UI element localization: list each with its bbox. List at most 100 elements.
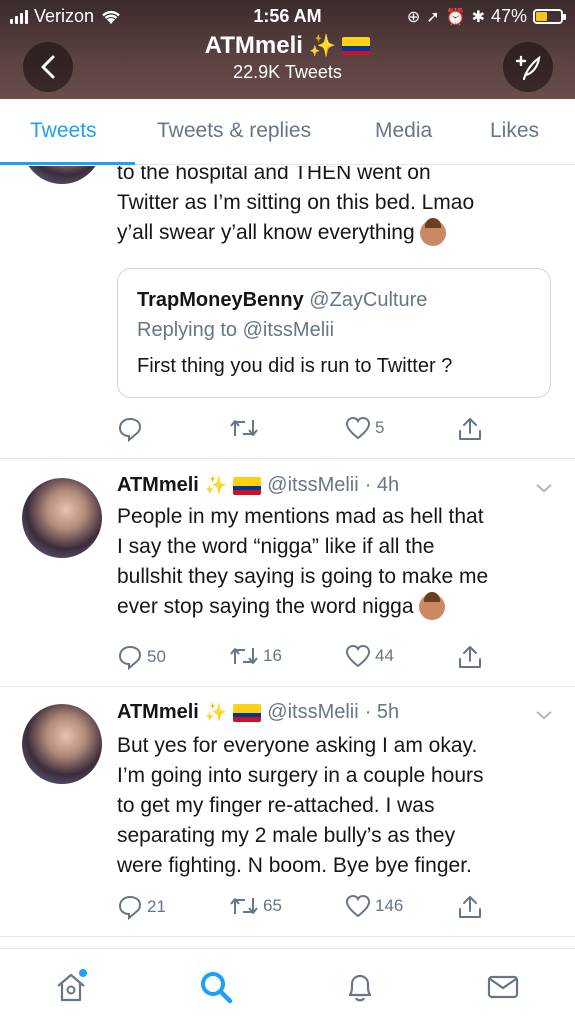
like-count: 44 [375, 646, 394, 665]
colombia-flag-emoji [233, 476, 262, 495]
tab-tweets[interactable]: Tweets [30, 119, 97, 143]
like-button[interactable]: 44 [345, 644, 394, 668]
facepalm-emoji [420, 218, 447, 247]
sparkles-emoji: ✨ [204, 702, 228, 722]
tweet-line: People in my mentions mad as hell that [117, 505, 484, 528]
profile-title: ATMmeli ✨ 22.9K Tweets [0, 32, 575, 83]
like-icon [345, 894, 371, 918]
messages-icon [487, 975, 519, 999]
facepalm-emoji [419, 592, 446, 621]
retweet-icon [230, 898, 258, 914]
alarm-icon: ⏰ [445, 8, 466, 26]
reply-count: 50 [147, 647, 166, 666]
tweet-line: Twitter as I’m sitting on this bed. Lmao [117, 191, 475, 214]
tweet-header: ATMmeli ✨ @itssMelii · 4h [117, 474, 399, 497]
nav-notifications[interactable] [340, 967, 380, 1007]
like-icon [345, 416, 371, 440]
rotation-lock-icon: ⊕ [406, 8, 421, 26]
tweet-line: to get my finger re-attached. I was [117, 794, 435, 817]
author-handle[interactable]: @itssMelii [267, 474, 358, 497]
tweet-divider [0, 458, 575, 459]
tweet-line: y’all swear y’all know everything [117, 218, 557, 248]
quoted-author-handle: @ZayCulture [309, 289, 428, 311]
compose-icon [515, 55, 541, 81]
tweet-feed[interactable]: to the hospital and THEN went on Twitter… [0, 166, 575, 946]
avatar[interactable] [22, 704, 102, 784]
quoted-text: First thing you did is run to Twitter ? [137, 355, 453, 377]
tweet-divider [0, 686, 575, 687]
tweet-text: People in my mentions mad as hell that I… [117, 502, 557, 622]
tweet-line: were fighting. N boom. Bye bye finger. [117, 854, 472, 877]
colombia-flag-emoji [233, 703, 262, 722]
search-icon [201, 972, 233, 1004]
battery-icon [533, 9, 566, 24]
tab-likes[interactable]: Likes [490, 119, 539, 143]
active-tab-indicator [0, 162, 135, 165]
avatar[interactable] [22, 166, 102, 184]
profile-tabs: Tweets Tweets & replies Media Likes [0, 99, 575, 165]
retweet-button[interactable] [229, 416, 259, 440]
tweet-line: separating my 2 male bully’s as they [117, 824, 456, 847]
tweet-line: I say the word “nigga” like if all the [117, 535, 435, 558]
share-button[interactable] [457, 894, 483, 920]
retweet-button[interactable]: 65 [229, 894, 282, 918]
avatar[interactable] [22, 478, 102, 558]
chevron-down-icon[interactable] [535, 482, 553, 494]
tweet-time: · 4h [364, 474, 400, 496]
battery-percent: 47% [490, 6, 527, 26]
author-name[interactable]: ATMmeli [117, 474, 199, 497]
tab-tweets-and-replies[interactable]: Tweets & replies [157, 119, 311, 143]
tweet-text: to the hospital and THEN went on Twitter… [117, 166, 557, 248]
notifications-icon [348, 974, 372, 1002]
chevron-down-icon[interactable] [535, 709, 553, 721]
retweet-count: 16 [263, 646, 282, 665]
bluetooth-icon: ✱ [471, 8, 485, 26]
tweet-time: · 5h [364, 701, 400, 723]
tweet-line: But yes for everyone asking I am okay. [117, 734, 478, 757]
reply-icon [118, 417, 142, 442]
retweet-count: 65 [263, 896, 282, 915]
quoted-tweet[interactable]: TrapMoneyBenny @ZayCulture Replying to @… [117, 268, 551, 398]
nav-search[interactable] [196, 967, 236, 1007]
nav-messages[interactable] [483, 967, 523, 1007]
profile-name: ATMmeli [204, 32, 303, 59]
tweet-line: to the hospital and THEN went on [117, 166, 431, 184]
tab-media[interactable]: Media [375, 119, 432, 143]
like-button[interactable]: 146 [345, 894, 403, 918]
nav-home[interactable] [51, 967, 91, 1007]
quoted-replying-to: Replying to @itssMelii [137, 319, 335, 341]
tweet-actions: 21 65 146 [117, 894, 481, 924]
location-icon: ➚ [426, 8, 440, 26]
author-handle[interactable]: @itssMelii [267, 701, 358, 724]
retweet-icon [230, 420, 258, 436]
retweet-button[interactable]: 16 [229, 644, 282, 668]
share-icon [459, 896, 481, 918]
compose-tweet-button[interactable] [503, 42, 553, 92]
profile-header: Verizon 1:56 AM ⊕ ➚ ⏰ ✱ 47% ATMmeli ✨ 22… [0, 0, 575, 99]
reply-icon [118, 895, 142, 920]
share-button[interactable] [457, 416, 483, 442]
tweet-line: I’m going into surgery in a couple hours [117, 764, 484, 787]
reply-count: 21 [147, 897, 166, 916]
sparkles-emoji: ✨ [308, 33, 337, 58]
tweet-divider [0, 936, 575, 937]
tweet-line: ever stop saying the word nigga [117, 592, 557, 622]
share-icon [459, 418, 481, 440]
like-count: 5 [375, 418, 385, 437]
like-button[interactable]: 5 [345, 416, 384, 440]
like-icon [345, 644, 371, 668]
tweet-actions: 50 16 44 [117, 644, 481, 674]
reply-button[interactable]: 50 [117, 644, 166, 670]
reply-button[interactable]: 21 [117, 894, 166, 920]
new-content-dot [79, 969, 87, 977]
tweet-text: But yes for everyone asking I am okay. I… [117, 731, 557, 881]
status-bar: Verizon 1:56 AM ⊕ ➚ ⏰ ✱ 47% [0, 4, 575, 30]
bottom-navigation [0, 948, 575, 1024]
reply-button[interactable] [117, 416, 143, 442]
quoted-author-name: TrapMoneyBenny [137, 289, 304, 311]
author-name[interactable]: ATMmeli [117, 701, 199, 724]
sparkles-emoji: ✨ [204, 475, 228, 495]
share-button[interactable] [457, 644, 483, 670]
share-icon [459, 646, 481, 668]
tweet-line: bullshit they saying is going to make me [117, 565, 489, 588]
